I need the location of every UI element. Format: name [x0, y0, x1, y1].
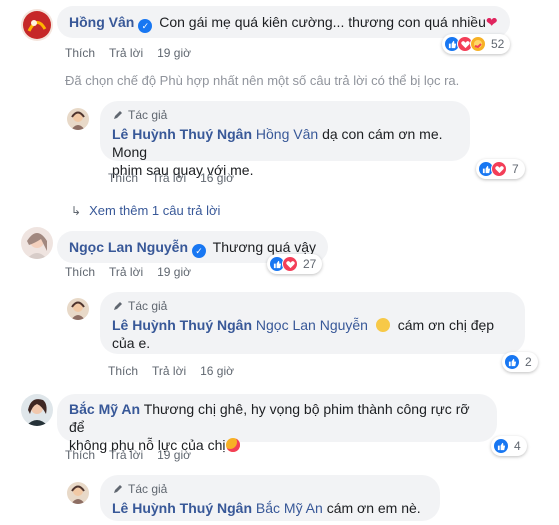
comment-text: Thương quá vậy [212, 239, 317, 255]
avatar[interactable] [67, 108, 89, 130]
avatar-image [21, 394, 53, 426]
like-icon [493, 438, 509, 454]
like-button[interactable]: Thích [108, 170, 138, 186]
reply-text: cám ơn chị đẹp [397, 317, 495, 333]
mention-link[interactable]: Bắc Mỹ An [256, 500, 323, 516]
reaction-summary[interactable]: 52 [442, 34, 511, 54]
comment-bubble: Hồng Vân ✓ Con gái mẹ quá kiên cường... t… [57, 6, 510, 38]
reply-button[interactable]: Trả lời [109, 45, 143, 61]
comment-text: Con gái mẹ quá kiên cường... thương con … [159, 14, 486, 30]
pen-icon [114, 485, 122, 493]
reply-bubble: Tác giả Lê Huỳnh Thuý Ngân Hồng Vân dạ c… [100, 101, 470, 178]
reply-time[interactable]: 16 giờ [200, 363, 234, 379]
mention-link[interactable]: Hồng Vân [256, 126, 318, 142]
comment-time[interactable]: 19 giờ [157, 447, 191, 463]
like-button[interactable]: Thích [65, 447, 95, 463]
reply-author[interactable]: Lê Huỳnh Thuý Ngân [112, 317, 252, 333]
reply-button[interactable]: Trả lời [152, 170, 186, 186]
comment-actions: Thích Trả lời 19 giờ [65, 45, 191, 61]
avatar-image [21, 9, 53, 41]
author-badge: Tác giả [112, 481, 428, 497]
verified-icon: ✓ [192, 244, 207, 258]
avatar[interactable] [67, 298, 89, 320]
reaction-summary[interactable]: 7 [476, 159, 525, 179]
reaction-summary[interactable]: 27 [267, 254, 323, 274]
smiley-emoji-icon [375, 318, 390, 332]
reaction-count: 2 [525, 355, 532, 369]
like-button[interactable]: Thích [65, 45, 95, 61]
reply-bubble: Tác giả Lê Huỳnh Thuý Ngân Ngọc Lan Nguy… [100, 292, 525, 354]
comment-time[interactable]: 19 giờ [157, 45, 191, 61]
avatar[interactable] [21, 227, 53, 259]
comment-author[interactable]: Hồng Vân [69, 14, 134, 30]
reply-bubble: Tác giả Lê Huỳnh Thuý Ngân Bắc Mỹ An cám… [100, 475, 440, 521]
comment-actions: Thích Trả lời 19 giờ [65, 447, 191, 463]
filter-notice: Đã chọn chế độ Phù hợp nhất nên một số c… [65, 73, 460, 88]
reply-button[interactable]: Trả lời [109, 264, 143, 280]
avatar[interactable] [67, 482, 89, 504]
verified-icon: ✓ [138, 19, 153, 33]
pen-icon [114, 111, 122, 119]
reply-actions: Thích Trả lời 16 giờ [108, 363, 234, 379]
comment-bubble: Bắc Mỹ An Thương chị ghê, hy vọng bộ phi… [57, 394, 497, 453]
reply-button[interactable]: Trả lời [109, 447, 143, 463]
like-icon [504, 354, 520, 370]
pen-icon [114, 302, 122, 310]
reaction-summary[interactable]: 2 [502, 352, 538, 372]
care-icon [470, 36, 486, 52]
avatar-image [21, 227, 53, 259]
reply-author[interactable]: Lê Huỳnh Thuý Ngân [112, 126, 252, 142]
like-button[interactable]: Thích [108, 363, 138, 379]
avatar[interactable] [21, 394, 53, 426]
like-button[interactable]: Thích [65, 264, 95, 280]
reaction-count: 27 [303, 257, 317, 271]
author-badge: Tác giả [112, 107, 458, 123]
reaction-summary[interactable]: 4 [491, 436, 527, 456]
reply-text-line2: của e. [112, 335, 151, 351]
reply-button[interactable]: Trả lời [152, 363, 186, 379]
love-icon [282, 256, 298, 272]
reply-actions: Thích Trả lời 16 giờ [108, 170, 234, 186]
comment-author[interactable]: Bắc Mỹ An [69, 401, 140, 417]
avatar[interactable] [21, 9, 53, 41]
reply-arrow-icon: ↳ [71, 203, 82, 218]
reply-time[interactable]: 16 giờ [200, 170, 234, 186]
comment-author[interactable]: Ngọc Lan Nguyễn [69, 239, 188, 255]
avatar-image [67, 108, 89, 130]
avatar-image [67, 482, 89, 504]
hug-emoji-icon [226, 438, 241, 452]
see-more-replies-link[interactable]: ↳ Xem thêm 1 câu trả lời [71, 203, 220, 218]
mention-link[interactable]: Ngọc Lan Nguyễn [256, 317, 368, 333]
comment-actions: Thích Trả lời 19 giờ [65, 264, 191, 280]
avatar-image [67, 298, 89, 320]
reaction-count: 7 [512, 162, 519, 176]
heart-emoji-icon: ❤ [485, 14, 498, 30]
comment-time[interactable]: 19 giờ [157, 264, 191, 280]
love-icon [491, 161, 507, 177]
reply-author[interactable]: Lê Huỳnh Thuý Ngân [112, 500, 252, 516]
author-badge: Tác giả [112, 298, 513, 314]
reply-text: cám ơn em nè. [326, 500, 421, 516]
reaction-count: 4 [514, 439, 521, 453]
reaction-count: 52 [491, 37, 505, 51]
